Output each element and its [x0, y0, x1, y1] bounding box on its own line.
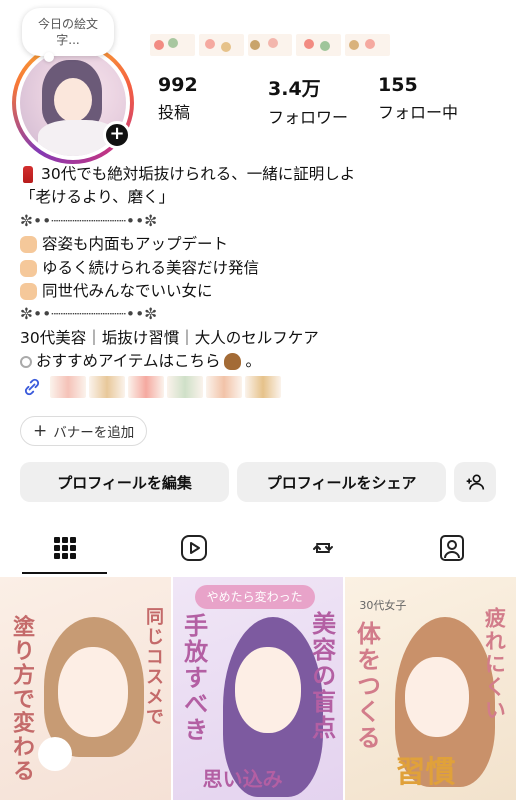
add-person-button[interactable]	[454, 462, 496, 502]
bio-line: 30代でも絶対垢抜けられる、一緒に証明しよ	[41, 165, 356, 183]
share-profile-button[interactable]: プロフィールをシェア	[237, 462, 447, 502]
tagged-icon	[439, 535, 464, 561]
post-title-b: 手放すべき	[179, 613, 209, 743]
grid-icon	[53, 537, 76, 559]
ring-icon	[20, 355, 32, 368]
add-banner-button[interactable]: + バナーを追加	[20, 416, 148, 446]
stat-following[interactable]: 155 フォロー中	[378, 74, 488, 128]
tab-reels[interactable]	[129, 520, 258, 576]
post-thumbnail[interactable]: 塗り方で変わる 同じコスメで	[0, 577, 171, 800]
bio-line: 同世代みんなでいい女に	[42, 282, 213, 301]
bio-line: 。	[245, 352, 261, 371]
profile-actions: プロフィールを編集 プロフィールをシェア	[20, 462, 496, 502]
note-bubble[interactable]: 今日の絵文字...	[22, 8, 114, 62]
profile-bio: 30代でも絶対垢抜けられる、一緒に証明しよ 「老けるより、磨く」 ✼••┈┈┈┈…	[20, 163, 500, 374]
decoration-tile	[345, 34, 390, 56]
profile-stats: 992 投稿 3.4万 フォロワー 155 フォロー中	[158, 74, 498, 128]
repost-icon	[312, 543, 333, 553]
tab-tagged[interactable]	[387, 520, 516, 576]
stat-following-label: フォロー中	[378, 103, 459, 122]
post-title-c: 習慣	[395, 755, 456, 790]
decoration-tile	[247, 34, 293, 56]
stat-posts-count: 992	[158, 74, 198, 96]
post-thumbnail[interactable]: やめたら変わった 手放すべき 美容の盲点 思い込み	[172, 577, 344, 800]
add-banner-label: バナーを追加	[53, 425, 135, 441]
add-person-icon	[466, 474, 485, 490]
bio-line: おすすめアイテムはこちら	[36, 352, 221, 371]
link-decoration	[50, 376, 281, 398]
fist-icon	[20, 283, 37, 301]
bio-divider: ✼••┈┈┈┈┈┈┈┈••✼	[20, 305, 158, 324]
puff-illustration	[38, 737, 72, 771]
post-title-a: 美容の盲点	[307, 611, 337, 741]
bio-line: 容姿も内面もアップデート	[42, 235, 229, 254]
post-title-b: 塗り方で変わる	[9, 615, 35, 783]
bio-line: 30代美容｜垢抜け習慣｜大人のセルフケア	[20, 328, 319, 347]
tab-reposts[interactable]	[258, 520, 387, 576]
decoration-tile	[150, 34, 195, 56]
bio-line: 「老けるより、磨く」	[20, 188, 175, 207]
post-title-c: 思い込み	[202, 767, 283, 791]
bio-line: ゆるく続けられる美容だけ発信	[42, 258, 260, 277]
stat-followers-count: 3.4万	[268, 78, 321, 100]
post-title-a: 同じコスメで	[143, 607, 164, 727]
teddy-bear-icon	[224, 353, 242, 371]
stat-posts-label: 投稿	[158, 103, 191, 122]
header-decoration	[150, 34, 390, 56]
post-title-a: 疲れにくい	[482, 607, 508, 722]
plus-icon: +	[33, 420, 48, 441]
decoration-tile	[296, 34, 342, 56]
profile-tabs	[0, 520, 516, 576]
fist-icon	[20, 236, 37, 254]
tab-grid[interactable]	[0, 520, 129, 576]
post-tag: 30代女子	[359, 599, 407, 612]
edit-profile-button[interactable]: プロフィールを編集	[20, 462, 230, 502]
link-icon[interactable]	[20, 377, 44, 397]
post-thumbnail[interactable]: 30代女子 体をつくる 疲れにくい 習慣	[345, 577, 516, 800]
stat-followers[interactable]: 3.4万 フォロワー	[268, 74, 378, 128]
fist-icon	[20, 259, 37, 277]
posts-grid: 塗り方で変わる 同じコスメで やめたら変わった 手放すべき 美容の盲点 思い込み…	[0, 577, 516, 800]
note-text: 今日の絵文字...	[37, 17, 98, 47]
stat-posts[interactable]: 992 投稿	[158, 74, 268, 128]
add-story-icon[interactable]: +	[103, 121, 131, 149]
post-ribbon: やめたら変わった	[194, 585, 315, 609]
bio-divider: ✼••┈┈┈┈┈┈┈┈••✼	[20, 211, 158, 230]
link-row[interactable]	[20, 376, 281, 398]
decoration-tile	[198, 34, 244, 56]
stat-following-count: 155	[378, 74, 418, 96]
reels-icon	[180, 535, 207, 561]
lipstick-icon	[23, 166, 33, 184]
post-title-b: 体をつくる	[352, 621, 382, 751]
stat-followers-label: フォロワー	[268, 108, 349, 127]
